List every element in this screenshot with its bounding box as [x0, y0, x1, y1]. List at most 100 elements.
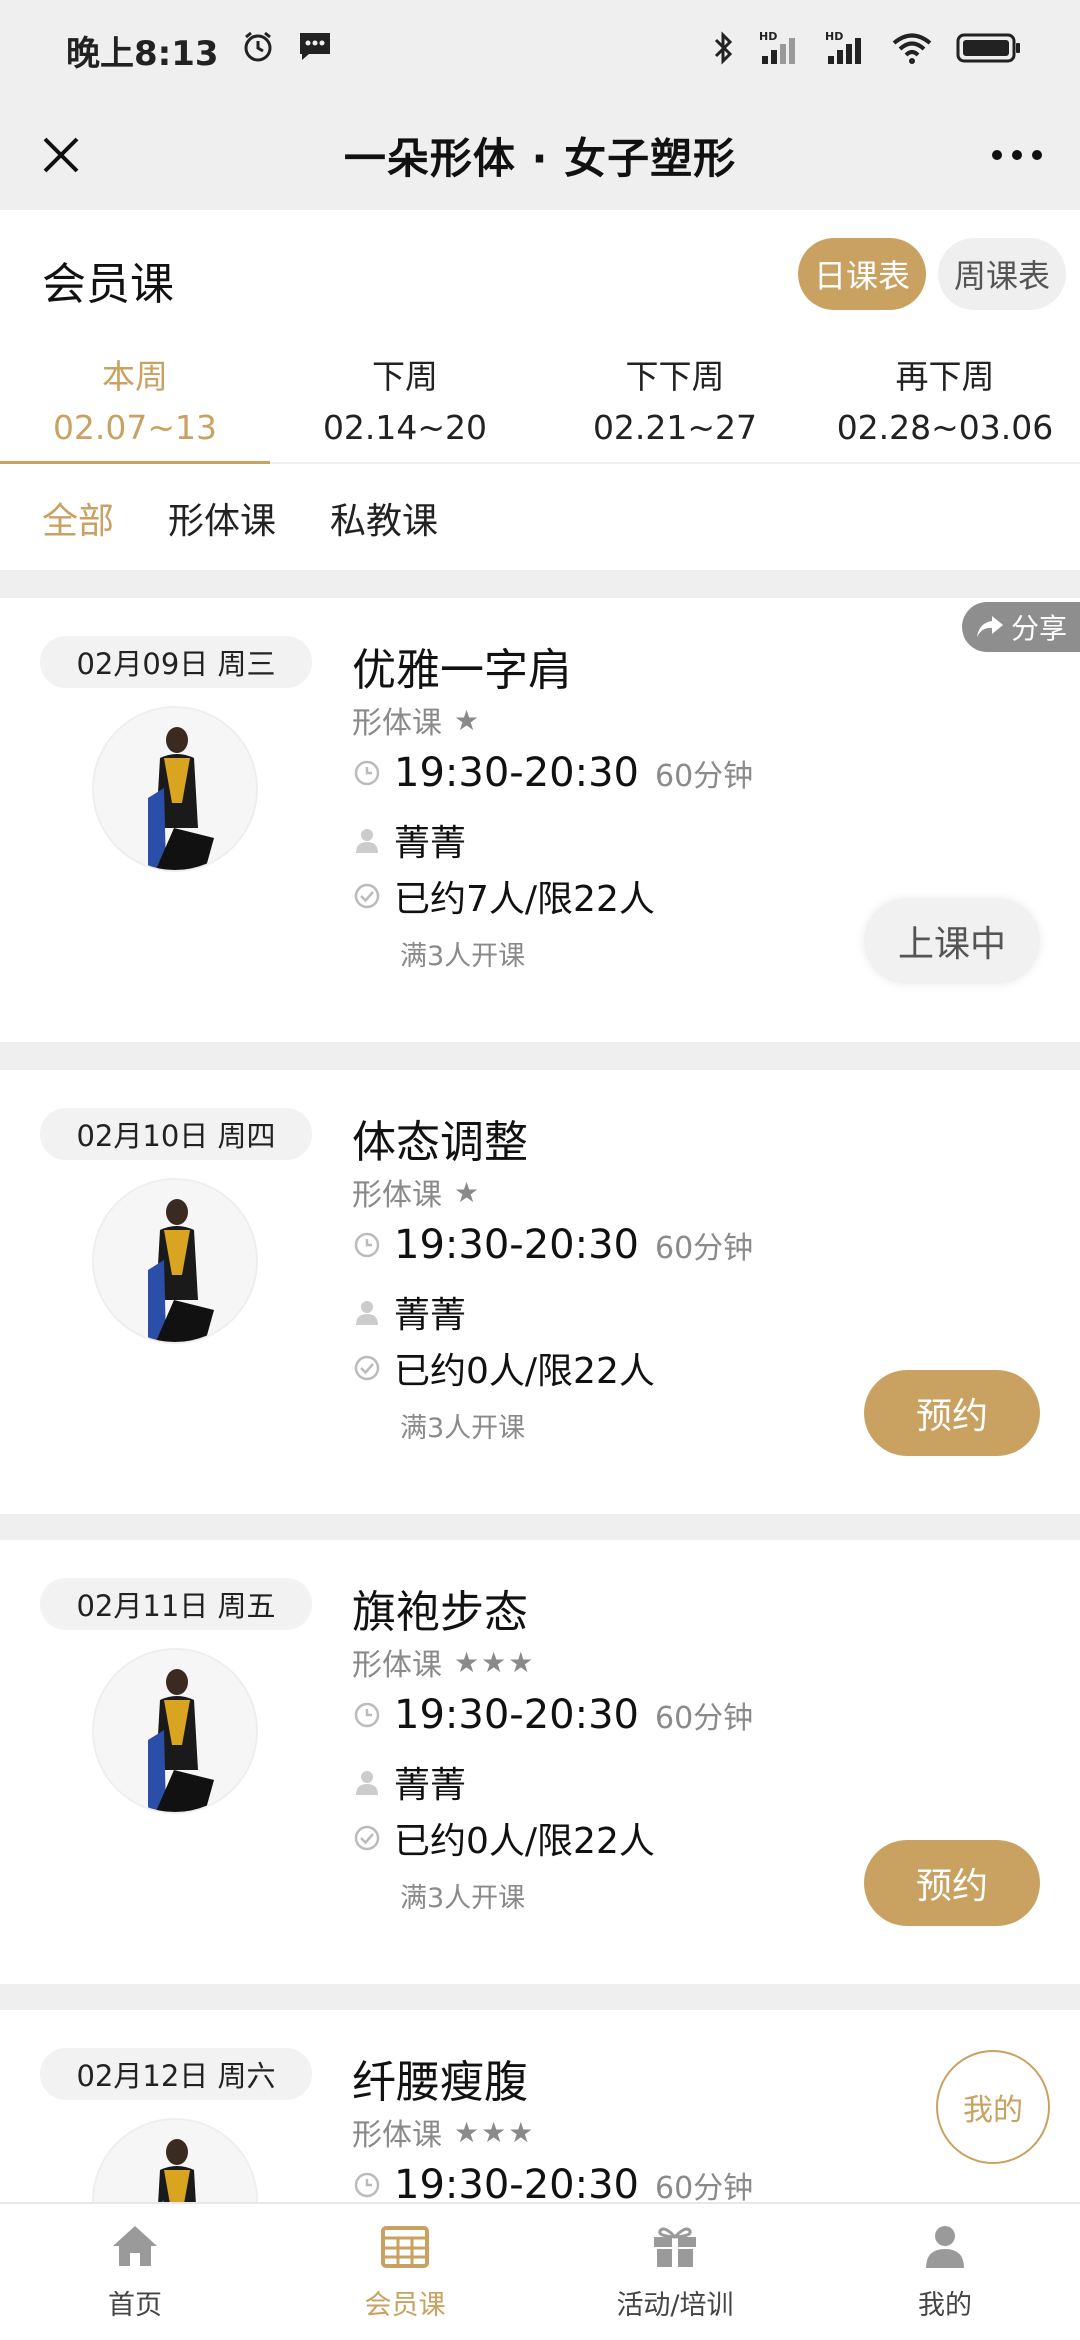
tab-this-week[interactable]: 本周 02.07~13 [0, 332, 270, 464]
course-type: 形体课 ★ [352, 1170, 481, 1214]
signal-icon-2: HD [824, 30, 868, 70]
nav-profile[interactable]: 我的 [810, 2204, 1080, 2340]
clock-icon [352, 758, 382, 788]
nav-activities-label: 活动/培训 [616, 2289, 734, 2321]
week-tabs: 本周 02.07~13 下周 02.14~20 下下周 02.21~27 再下周… [0, 332, 1080, 464]
tab-week-after-next[interactable]: 下下周 02.21~27 [540, 332, 810, 462]
difficulty-stars: ★★★ [454, 2115, 536, 2149]
booking-row: 已约7人/限22人 [352, 870, 655, 922]
view-toggle: 日课表 周课表 [797, 238, 1066, 310]
course-name: 优雅一字肩 [352, 645, 572, 696]
course-type-label: 形体课 [352, 2118, 442, 2153]
person-icon [352, 1767, 382, 1797]
course-duration: 60分钟 [654, 759, 754, 794]
course-type: 形体课 ★★★ [352, 2110, 535, 2154]
category-body-class[interactable]: 形体课 [168, 492, 276, 544]
nav-activities[interactable]: 活动/培训 [540, 2204, 810, 2340]
course-name: 体态调整 [352, 1117, 528, 1168]
signal-hd-label-1: HD [759, 30, 777, 43]
course-card[interactable]: 02月09日 周三 分享 优雅一字肩 形体课 ★ 19:30-20:30 60分… [0, 598, 1080, 1042]
min-attendance-note: 满3人开课 [400, 1883, 526, 1914]
instructor-avatar [92, 706, 258, 872]
booking-row: 已约0人/限22人 [352, 1812, 655, 1864]
course-card[interactable]: 02月11日 周五 旗袍步态 形体课 ★★★ 19:30-20:30 60分钟 … [0, 1540, 1080, 1984]
date-badge: 02月11日 周五 [40, 1578, 312, 1630]
status-time: 晚上8:13 [66, 33, 219, 74]
teacher-name: 菁菁 [394, 1765, 467, 1806]
week-label: 下周 [372, 357, 438, 396]
signal-hd-label-2: HD [825, 30, 843, 43]
share-icon [976, 616, 1003, 637]
check-circle-icon [352, 1353, 382, 1383]
category-private-class[interactable]: 私教课 [330, 492, 438, 544]
battery-icon [956, 31, 1022, 69]
category-tabs: 全部 形体课 私教课 [0, 466, 1080, 570]
course-time: 19:30-20:30 [394, 1692, 639, 1738]
week-label: 本周 [102, 357, 168, 396]
course-type: 形体课 ★ [352, 698, 481, 742]
course-type: 形体课 ★★★ [352, 1640, 535, 1684]
booking-row: 已约0人/限22人 [352, 1342, 655, 1394]
share-button[interactable]: 分享 [962, 602, 1080, 652]
week-label: 再下周 [895, 357, 995, 396]
week-schedule-toggle[interactable]: 周课表 [937, 238, 1066, 310]
course-time: 19:30-20:30 [394, 2162, 639, 2202]
tab-third-week[interactable]: 再下周 02.28~03.06 [810, 332, 1080, 462]
course-card[interactable]: 02月12日 周六 纤腰瘦腹 形体课 ★★★ 19:30-20:30 60分钟 … [0, 2010, 1080, 2202]
difficulty-stars: ★ [454, 1175, 482, 1209]
nav-home-label: 首页 [108, 2289, 162, 2321]
calendar-icon [380, 2223, 430, 2273]
booking-count: 已约0人/限22人 [394, 1821, 655, 1862]
bottom-nav: 首页 会员课 活动/培训 我的 [0, 2202, 1080, 2340]
tab-next-week[interactable]: 下周 02.14~20 [270, 332, 540, 462]
nav-home[interactable]: 首页 [0, 2204, 270, 2340]
date-badge: 02月12日 周六 [40, 2048, 312, 2100]
close-icon[interactable] [30, 124, 92, 186]
gift-icon [650, 2223, 700, 2273]
difficulty-stars: ★ [454, 703, 482, 737]
page-title: 一朵形体 · 女子塑形 [343, 133, 737, 183]
week-range: 02.14~20 [322, 408, 488, 447]
course-time-row: 19:30-20:30 60分钟 [352, 2162, 753, 2202]
course-time-row: 19:30-20:30 60分钟 [352, 1692, 753, 1738]
teacher-row: 菁菁 [352, 1756, 466, 1808]
person-icon [352, 825, 382, 855]
teacher-name: 菁菁 [394, 823, 467, 864]
teacher-row: 菁菁 [352, 1286, 466, 1338]
course-time: 19:30-20:30 [394, 1222, 639, 1268]
date-badge: 02月10日 周四 [40, 1108, 312, 1160]
booking-count: 已约7人/限22人 [394, 879, 655, 920]
status-right: HD HD [712, 30, 1022, 70]
course-name: 纤腰瘦腹 [352, 2057, 528, 2108]
more-icon[interactable] [982, 124, 1052, 186]
week-range: 02.21~27 [592, 408, 758, 447]
category-all[interactable]: 全部 [42, 492, 114, 544]
wifi-icon [890, 30, 934, 70]
bluetooth-icon [712, 30, 736, 70]
nav-member-classes[interactable]: 会员课 [270, 2204, 540, 2340]
clock-icon [352, 1230, 382, 1260]
in-progress-button[interactable]: 上课中 [864, 898, 1040, 984]
book-button[interactable]: 预约 [864, 1370, 1040, 1456]
course-time-row: 19:30-20:30 60分钟 [352, 750, 753, 796]
signal-icon-1: HD [758, 30, 802, 70]
course-type-label: 形体课 [352, 1178, 442, 1213]
course-duration: 60分钟 [654, 2171, 754, 2202]
instructor-avatar [92, 1648, 258, 1814]
instructor-avatar [92, 1178, 258, 1344]
share-label: 分享 [1010, 612, 1067, 645]
nav-profile-label: 我的 [918, 2289, 972, 2321]
course-card[interactable]: 02月10日 周四 体态调整 形体课 ★ 19:30-20:30 60分钟 菁菁… [0, 1070, 1080, 1514]
alarm-icon [241, 29, 275, 72]
nav-member-classes-label: 会员课 [364, 2289, 446, 2321]
person-icon [352, 1297, 382, 1327]
check-circle-icon [352, 1823, 382, 1853]
teacher-row: 菁菁 [352, 814, 466, 866]
day-schedule-toggle[interactable]: 日课表 [797, 238, 926, 310]
message-icon [297, 30, 333, 71]
teacher-name: 菁菁 [394, 1295, 467, 1336]
book-button[interactable]: 预约 [864, 1840, 1040, 1926]
instructor-avatar [92, 2118, 258, 2202]
booking-count: 已约0人/限22人 [394, 1351, 655, 1392]
status-bar: 晚上8:13 HD HD [0, 0, 1080, 100]
